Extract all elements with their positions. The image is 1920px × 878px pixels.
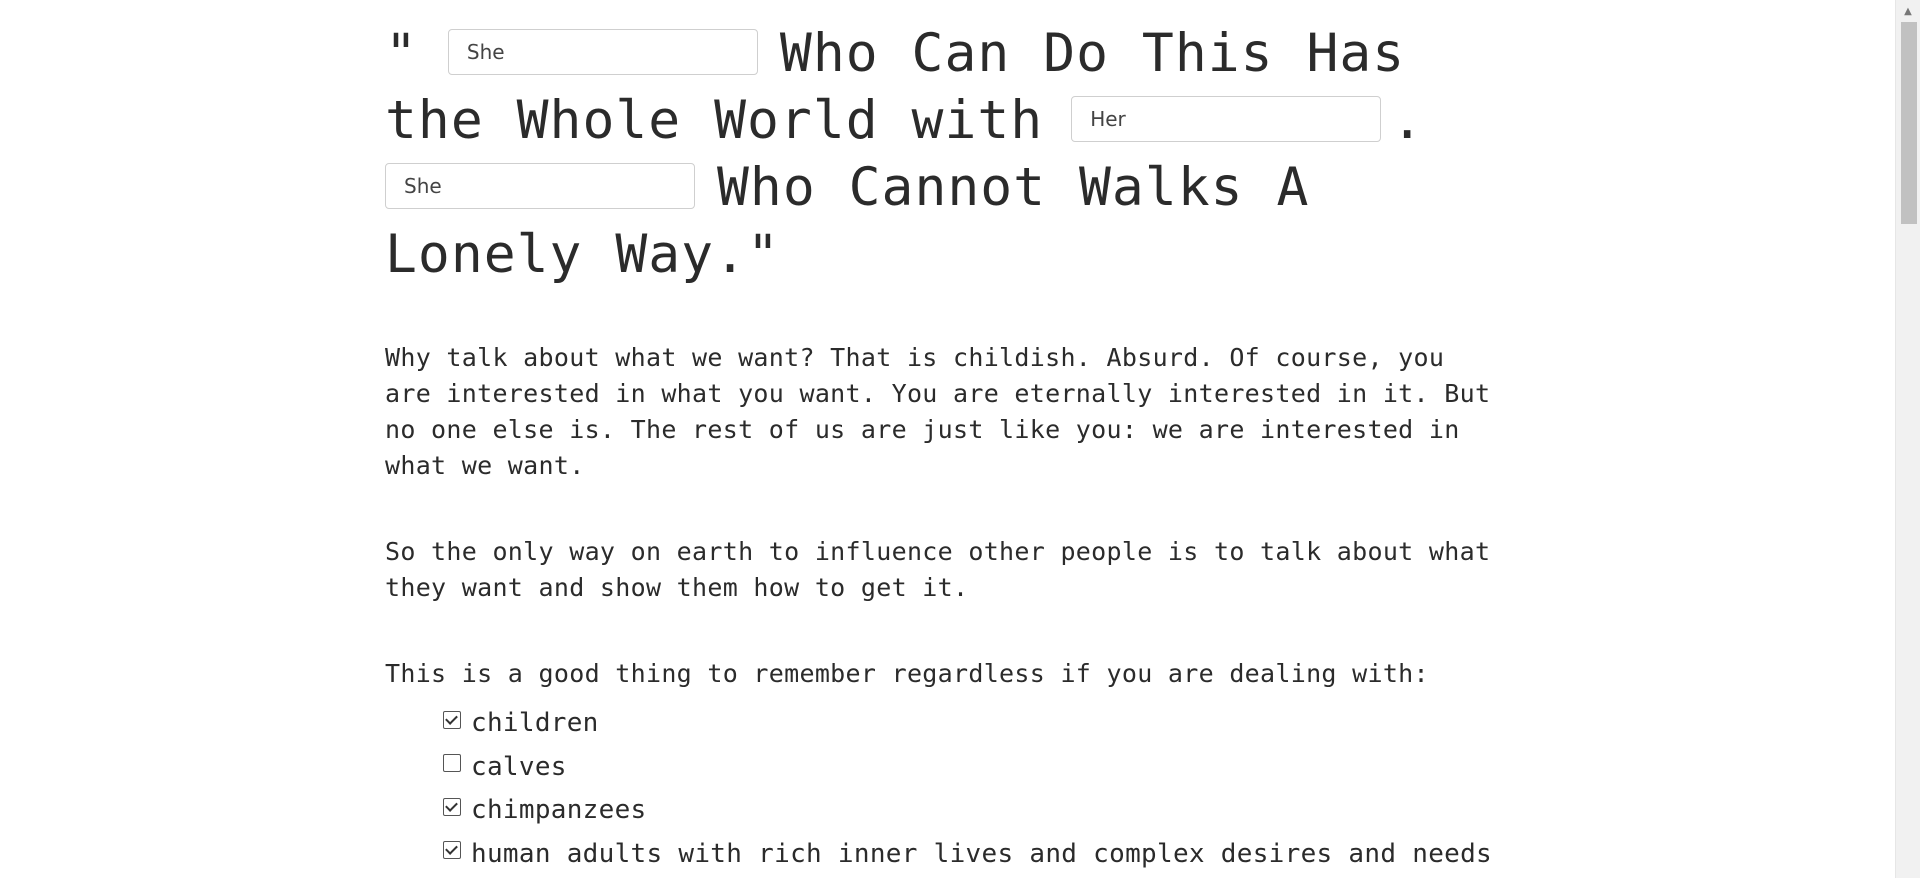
- checklist-item-label: children: [471, 708, 599, 738]
- checklist-item[interactable]: human adults with rich inner lives and c…: [443, 833, 1505, 877]
- open-quote: ": [385, 23, 418, 84]
- headline-quote: "Who Can Do This Has the Whole World wit…: [385, 20, 1505, 288]
- checklist-item-label: human adults with rich inner lives and c…: [471, 838, 1493, 869]
- checklist-item[interactable]: children: [443, 702, 1505, 746]
- paragraph-influence: So the only way on earth to influence ot…: [385, 537, 1491, 602]
- scrollbar-thumb[interactable]: [1901, 22, 1917, 224]
- blank-input-3[interactable]: [385, 163, 695, 210]
- vertical-scrollbar[interactable]: ▲: [1895, 0, 1920, 878]
- checkbox[interactable]: [443, 710, 461, 729]
- blank-input-2[interactable]: [1071, 96, 1382, 143]
- audience-checklist: children calves chimpanzees human adults…: [443, 702, 1505, 876]
- paragraph-wants: Why talk about what we want? That is chi…: [385, 343, 1491, 480]
- blank-input-1[interactable]: [447, 29, 758, 76]
- chevron-up-icon[interactable]: ▲: [1896, 2, 1920, 20]
- checklist-item[interactable]: chimpanzees: [443, 789, 1505, 833]
- checkbox[interactable]: [443, 841, 461, 860]
- checklist-item-label: chimpanzees: [471, 795, 647, 825]
- checklist-item[interactable]: calves: [443, 746, 1505, 790]
- article-content: "Who Can Do This Has the Whole World wit…: [385, 0, 1505, 876]
- paragraph-remember: This is a good thing to remember regardl…: [385, 659, 1429, 688]
- checklist-item-label: calves: [471, 751, 567, 782]
- checkbox[interactable]: [443, 754, 461, 773]
- checkbox[interactable]: [443, 797, 461, 816]
- page: "Who Can Do This Has the Whole World wit…: [0, 0, 1920, 878]
- headline-period: .: [1391, 90, 1425, 151]
